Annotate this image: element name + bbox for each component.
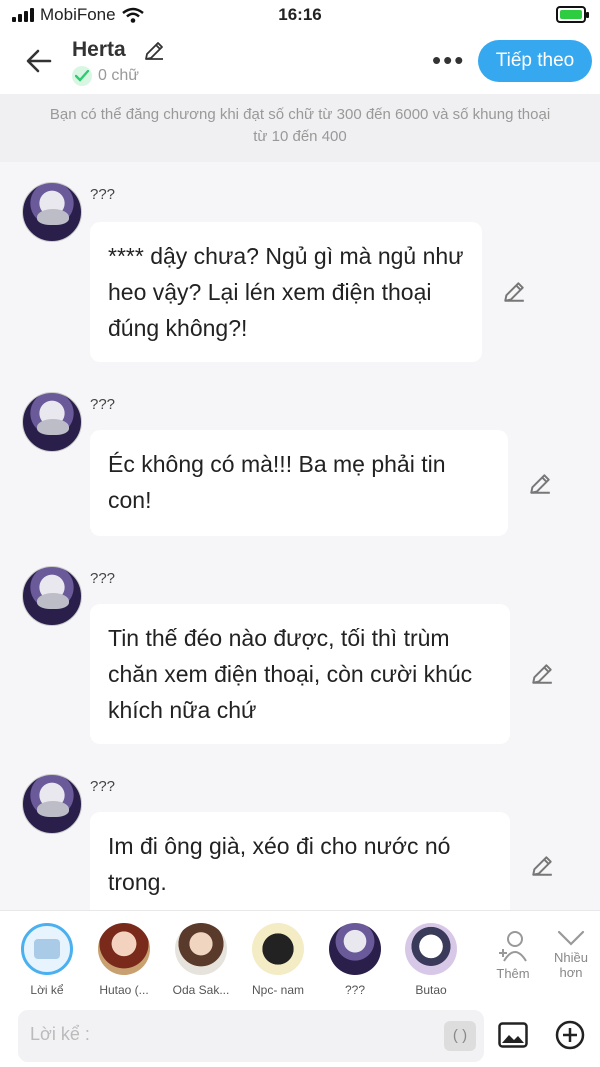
char-count: 0 chữ [72, 66, 139, 86]
narration-input[interactable]: Lời kể : ( ) [18, 1010, 484, 1062]
character-label: Butao [415, 983, 447, 997]
narrator-icon [21, 923, 73, 975]
avatar [405, 923, 457, 975]
edit-title-icon[interactable] [143, 40, 165, 62]
notice-line-1: Bạn có thể đăng chương khi đạt số chữ từ… [49, 106, 551, 123]
input-placeholder: Lời kể : [30, 1024, 90, 1044]
avatar[interactable] [22, 392, 82, 452]
character-selector: Lời kể Hutao (... Oda Sak... Npc- nam ??… [0, 910, 600, 1002]
avatar[interactable] [22, 774, 82, 834]
speaker-name: ??? [90, 186, 116, 203]
back-arrow-icon[interactable] [24, 46, 54, 76]
speaker-name: ??? [90, 396, 116, 413]
input-bar: Lời kể : ( ) [0, 1002, 600, 1067]
character-label: Lời kể [30, 983, 64, 997]
message-bubble[interactable]: Tin thế đéo nào được, tối thì trùm chăn … [90, 604, 510, 744]
character-label: ??? [344, 983, 366, 997]
more-label-1: Nhiều [554, 950, 588, 965]
edit-message-icon[interactable] [528, 472, 552, 496]
edit-message-icon[interactable] [502, 280, 526, 304]
message-bubble[interactable]: Im đi ông già, xéo đi cho nước nó trong. [90, 812, 510, 918]
character-oda[interactable]: Oda Sak... [166, 923, 236, 997]
speaker-name: ??? [90, 778, 116, 795]
message-bubble[interactable]: **** dậy chưa? Ngủ gì mà ngủ như heo vậy… [90, 222, 482, 362]
character-narrator[interactable]: Lời kể [12, 923, 82, 997]
check-icon [72, 66, 92, 86]
character-label: Oda Sak... [172, 983, 230, 997]
edit-message-icon[interactable] [530, 854, 554, 878]
add-character-button[interactable]: Thêm [490, 929, 536, 981]
avatar [175, 923, 227, 975]
add-person-icon [499, 931, 527, 962]
status-bar: MobiFone 16:16 [0, 0, 600, 30]
image-icon[interactable] [498, 1022, 528, 1048]
speaker-name: ??? [90, 570, 116, 587]
parenthesis-button[interactable]: ( ) [444, 1021, 476, 1051]
char-count-label: 0 chữ [98, 67, 139, 84]
avatar [329, 923, 381, 975]
add-label: Thêm [496, 966, 530, 981]
header: Herta 0 chữ ••• Tiếp theo [0, 30, 600, 94]
more-label-2: hơn [559, 965, 583, 980]
avatar [252, 923, 304, 975]
story-title[interactable]: Herta [72, 38, 126, 62]
chevron-down-icon [557, 930, 585, 946]
avatar [98, 923, 150, 975]
more-characters-button[interactable]: Nhiều hơn [548, 929, 594, 980]
notice-line-2: từ 10 đến 400 [253, 128, 347, 145]
battery-icon [556, 6, 589, 23]
character-unknown[interactable]: ??? [320, 923, 390, 997]
character-npc-nam[interactable]: Npc- nam [243, 923, 313, 997]
edit-message-icon[interactable] [530, 662, 554, 686]
message-bubble[interactable]: Éc không có mà!!! Ba mẹ phải tin con! [90, 430, 508, 536]
character-label: Npc- nam [251, 983, 304, 997]
character-label: Hutao (... [99, 983, 149, 997]
avatar[interactable] [22, 566, 82, 626]
character-hutao[interactable]: Hutao (... [89, 923, 159, 997]
character-butao[interactable]: Butao [396, 923, 466, 997]
avatar[interactable] [22, 182, 82, 242]
more-options-icon[interactable]: ••• [432, 47, 465, 73]
next-button[interactable]: Tiếp theo [478, 40, 592, 82]
publish-notice: Bạn có thể đăng chương khi đạt số chữ từ… [0, 94, 600, 162]
clock: 16:16 [278, 5, 322, 24]
add-circle-icon[interactable] [555, 1020, 585, 1050]
